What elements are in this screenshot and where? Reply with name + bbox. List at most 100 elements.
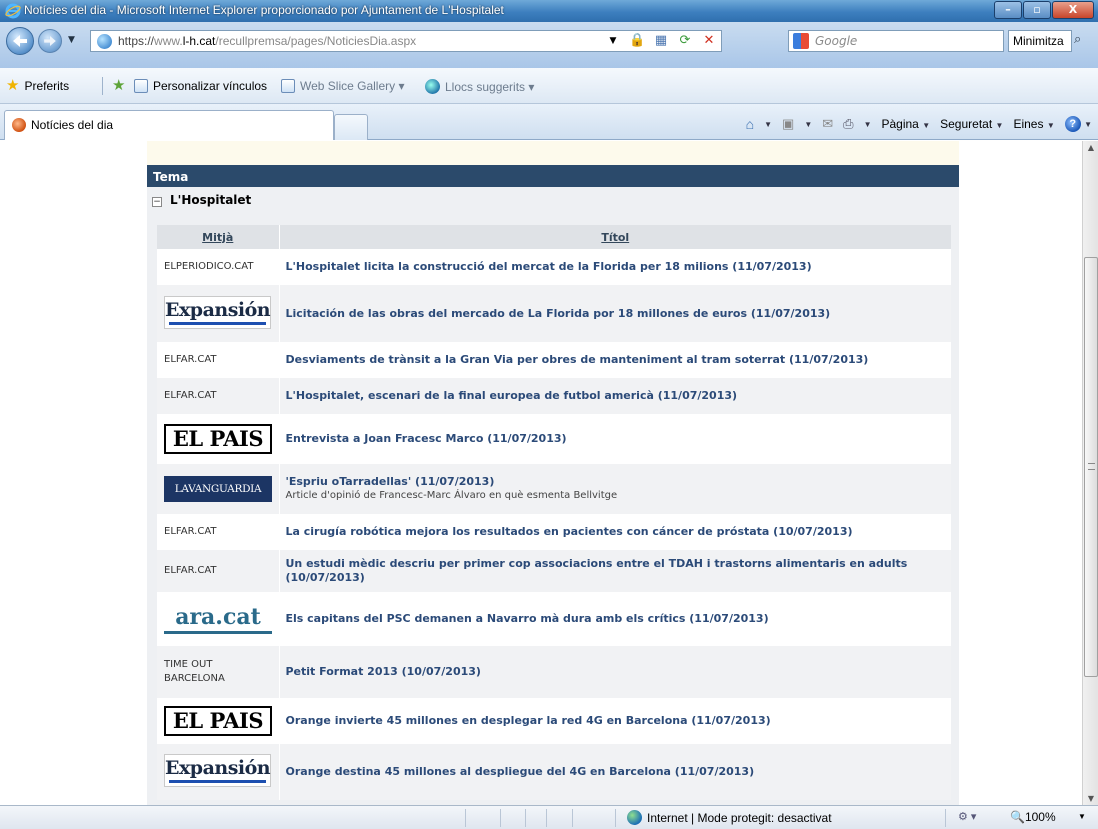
- zoom-level: 100%: [1024, 810, 1056, 824]
- status-divider: [615, 809, 616, 827]
- source-cell: Expansión: [157, 285, 280, 342]
- print-dropdown-icon[interactable]: ▼: [864, 120, 872, 129]
- minimize-field[interactable]: Minimitza: [1008, 30, 1072, 52]
- page-menu-label: Pàgina: [881, 117, 919, 131]
- url-path: /recullpremsa/pages/NoticiesDia.aspx: [215, 34, 417, 48]
- source-cell: ELFAR.CAT: [157, 378, 280, 414]
- news-title-link[interactable]: L'Hospitalet licita la construcció del m…: [286, 260, 922, 274]
- security-zone-label: Internet | Mode protegit: desactivat: [647, 810, 832, 825]
- recent-pages-dropdown-icon[interactable]: ▼: [68, 35, 75, 45]
- column-header-source[interactable]: Mitjà: [157, 225, 280, 249]
- search-icon[interactable]: ⌕: [1074, 32, 1081, 47]
- news-table: Mitjà Títol ELPERIODICO.CAT L'Hospitalet …: [157, 225, 951, 800]
- news-title-link[interactable]: Petit Format 2013 (10/07/2013): [286, 665, 922, 679]
- search-box[interactable]: Google: [788, 30, 1004, 52]
- table-row: TIME OUT BARCELONA Petit Format 2013 (10/…: [157, 646, 951, 698]
- logo-text: Expansión: [165, 298, 271, 321]
- lock-icon[interactable]: 🔒: [629, 33, 645, 49]
- tab-site-icon: [12, 118, 26, 132]
- news-title-link[interactable]: Desviaments de trànsit a la Gran Via per…: [286, 353, 922, 367]
- mail-icon[interactable]: ✉: [822, 116, 833, 132]
- news-title-link[interactable]: Els capitans del PSC demanen a Navarro m…: [286, 612, 922, 626]
- collapse-toggle-icon[interactable]: −: [152, 197, 162, 207]
- security-zone[interactable]: Internet | Mode protegit: desactivat: [627, 810, 832, 825]
- status-divider: [572, 809, 573, 827]
- news-table-body: ELPERIODICO.CAT L'Hospitalet licita la co…: [157, 249, 951, 800]
- group-header[interactable]: − L'Hospitalet: [147, 187, 959, 215]
- add-to-favorites-bar-button[interactable]: ★: [112, 77, 126, 94]
- chevron-down-icon: ▼: [1046, 121, 1055, 130]
- forward-button[interactable]: [38, 29, 62, 53]
- page-menu[interactable]: Pàgina ▼: [881, 117, 930, 131]
- print-icon[interactable]: ⎙: [843, 116, 853, 132]
- forward-arrow-icon: [44, 36, 56, 46]
- tab-noticies-del-dia[interactable]: Notícies del dia: [4, 110, 334, 140]
- column-header-title[interactable]: Títol: [279, 225, 951, 249]
- scroll-up-icon[interactable]: ▲: [1086, 143, 1096, 152]
- refresh-icon[interactable]: ⟳: [677, 33, 693, 49]
- maximize-window-button[interactable]: ▫: [1023, 1, 1051, 19]
- source-cell: LAVANGUARDIA: [157, 464, 280, 514]
- scrollbar-thumb[interactable]: [1084, 257, 1098, 677]
- page-icon: [134, 79, 148, 93]
- home-dropdown-icon[interactable]: ▼: [764, 120, 772, 129]
- logo-text: Expansión: [165, 757, 271, 779]
- compatibility-view-icon[interactable]: ▦: [653, 33, 669, 49]
- add-favorite-icon: ★: [112, 77, 126, 94]
- command-bar: ⌂ ▼ ▣ ▼ ✉ ⎙ ▼ Pàgina ▼ Seguretat ▼ Eines ▼ …: [746, 116, 1092, 132]
- title-cell: Els capitans del PSC demanen a Navarro m…: [279, 592, 951, 646]
- news-title-link[interactable]: Licitación de las obras del mercado de L…: [286, 307, 922, 321]
- table-header-row: Mitjà Títol: [157, 225, 951, 249]
- news-title-link[interactable]: 'Espriu oTarradellas' (11/07/2013): [286, 475, 922, 489]
- zoom-control[interactable]: 🔍100%: [1010, 810, 1056, 824]
- table-row: ELFAR.CAT La cirugía robótica mejora los …: [157, 514, 951, 550]
- suggested-sites-icon: [425, 79, 440, 94]
- scrollbar-grip-icon: [1088, 463, 1095, 470]
- favorites-separator: [102, 77, 103, 95]
- security-menu[interactable]: Seguretat ▼: [940, 117, 1003, 131]
- news-title-link[interactable]: Entrevista a Joan Fracesc Marco (11/07/2…: [286, 432, 922, 446]
- favorites-button[interactable]: ★ Preferits: [6, 77, 69, 94]
- news-title-link[interactable]: Un estudi mèdic descriu per primer cop a…: [286, 557, 922, 585]
- help-icon: ?: [1064, 116, 1081, 132]
- address-dropdown-icon[interactable]: ▼: [605, 33, 621, 49]
- site-icon: [97, 34, 112, 49]
- stop-icon[interactable]: ✕: [701, 33, 717, 49]
- address-toolbar: ▼ https://www.l-h.cat/recullpremsa/pages…: [0, 22, 1098, 68]
- vertical-scrollbar[interactable]: ▲ ▼: [1082, 141, 1098, 805]
- help-menu[interactable]: ? ▼: [1064, 116, 1092, 132]
- tools-menu[interactable]: Eines ▼: [1013, 117, 1054, 131]
- feeds-dropdown-icon[interactable]: ▼: [804, 120, 812, 129]
- back-button[interactable]: [6, 27, 34, 55]
- el-pais-logo[interactable]: EL PAIS: [164, 424, 272, 454]
- protected-mode-icon[interactable]: ⚙ ▾: [958, 810, 976, 823]
- favorites-item-llocs-suggerits[interactable]: Llocs suggerits ▾: [425, 79, 534, 94]
- back-arrow-icon: [13, 35, 27, 47]
- close-window-button[interactable]: X: [1052, 1, 1094, 19]
- zoom-dropdown-icon[interactable]: ▼: [1078, 812, 1086, 821]
- star-icon: ★: [6, 77, 20, 94]
- minimize-window-button[interactable]: –: [994, 1, 1022, 19]
- news-title-link[interactable]: Orange invierte 45 millones en desplegar…: [286, 714, 922, 728]
- ara-cat-logo[interactable]: ara.cat: [164, 604, 272, 634]
- favorites-item-web-slice[interactable]: Web Slice Gallery ▾: [281, 79, 405, 93]
- el-pais-logo[interactable]: EL PAIS: [164, 706, 272, 736]
- new-tab-button[interactable]: [334, 114, 368, 140]
- home-icon[interactable]: ⌂: [746, 116, 754, 132]
- page-content: Tema − L'Hospitalet Mitjà Títol ELPERIOD…: [0, 141, 1082, 805]
- news-title-link[interactable]: La cirugía robótica mejora los resultado…: [286, 525, 922, 539]
- favorites-item-personalizar[interactable]: Personalizar vínculos: [134, 79, 267, 93]
- source-cell: EL PAIS: [157, 414, 280, 464]
- expansion-logo[interactable]: Expansión: [164, 295, 271, 329]
- news-title-link[interactable]: L'Hospitalet, escenari de la final europ…: [286, 389, 922, 403]
- logo-text: ara.cat: [175, 604, 261, 630]
- expansion-logo[interactable]: Expansión: [164, 754, 271, 787]
- window-controls: – ▫ X: [993, 1, 1094, 20]
- source-cell: ELFAR.CAT: [157, 514, 280, 550]
- la-vanguardia-logo[interactable]: LAVANGUARDIA: [164, 476, 272, 502]
- feeds-icon[interactable]: ▣: [782, 116, 794, 132]
- address-field[interactable]: https://www.l-h.cat/recullpremsa/pages/N…: [90, 30, 722, 52]
- window-title-bar[interactable]: Notícies del dia - Microsoft Internet Ex…: [0, 0, 1098, 22]
- news-title-link[interactable]: Orange destina 45 millones al despliegue…: [286, 765, 922, 779]
- scroll-down-icon[interactable]: ▼: [1086, 794, 1096, 803]
